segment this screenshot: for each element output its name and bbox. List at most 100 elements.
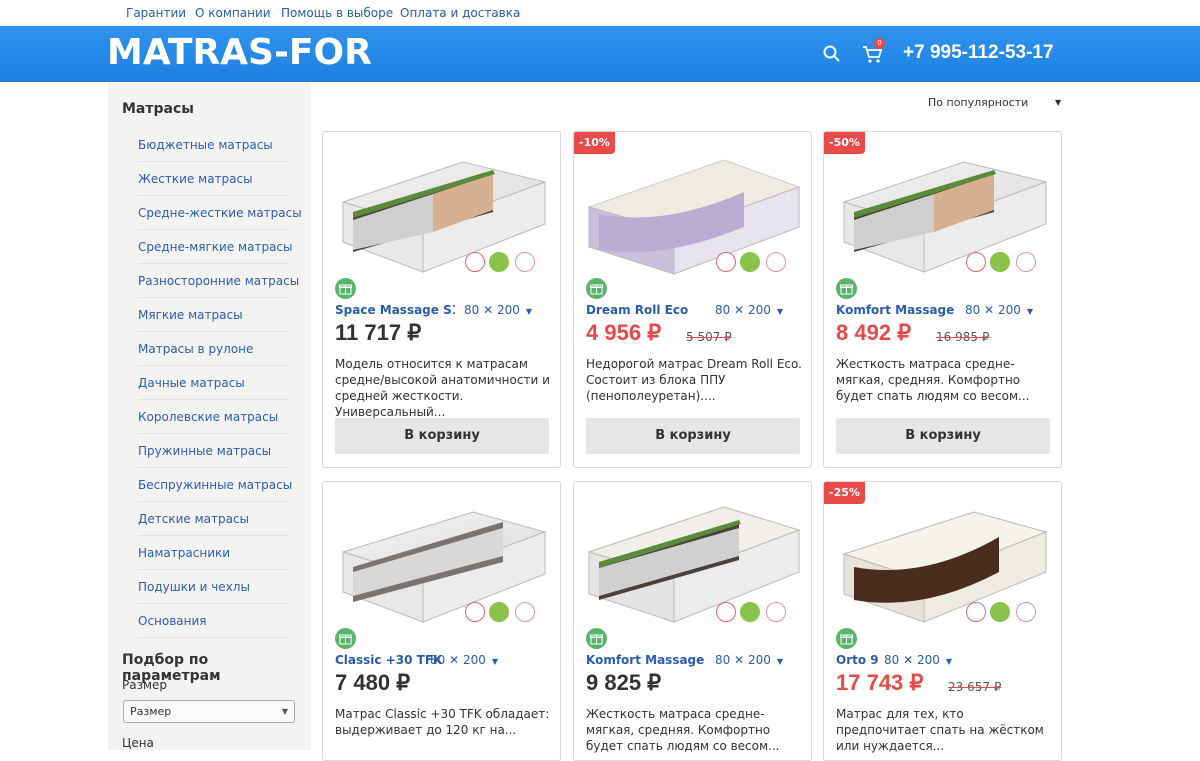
- sidebar-item-toppers[interactable]: Наматрасники: [138, 536, 288, 570]
- product-card: Komfort Massage S1000 80 ✕ 200▼ 9 825 ₽ …: [573, 481, 812, 761]
- sidebar-item-medium-soft[interactable]: Средне-мягкие матрасы: [138, 230, 293, 264]
- caret-down-icon: ▼: [525, 307, 533, 316]
- sidebar-title: Матрасы: [122, 101, 194, 117]
- add-to-cart-button[interactable]: В корзину: [586, 418, 800, 454]
- size-value: 80 ✕ 200: [965, 303, 1021, 317]
- certificate-icon: [465, 252, 485, 272]
- sidebar-item-country[interactable]: Дачные матрасы: [138, 366, 288, 400]
- sidebar-item-budget[interactable]: Бюджетные матрасы: [138, 128, 288, 162]
- eco-icon: [740, 252, 760, 272]
- size-dropdown[interactable]: 80 ✕ 200 ▼: [965, 303, 1033, 317]
- gift-icon[interactable]: [836, 278, 857, 299]
- product-price: 17 743 ₽: [836, 670, 924, 695]
- size-value: 80 ✕ 200: [884, 653, 940, 667]
- discount-badge: -50%: [824, 132, 865, 154]
- size-select[interactable]: Размер ▼: [123, 700, 295, 723]
- sidebar-item-soft[interactable]: Мягкие матрасы: [138, 298, 288, 332]
- eco-icon: [990, 602, 1010, 622]
- product-card: Classic +30 TFK 80 ✕ 200 ▼ 7 480 ₽ Матрас…: [322, 481, 561, 761]
- quality-icon: [515, 252, 535, 272]
- product-description: Матрас Classic +30 TFK обладает: выдержи…: [335, 707, 550, 737]
- gift-icon[interactable]: [335, 278, 356, 299]
- product-name[interactable]: Komfort Massage S1000: [586, 653, 706, 667]
- sidebar-item-king[interactable]: Королевские матрасы: [138, 400, 288, 434]
- product-description: Матрас для тех, кто предпочитает спать н…: [836, 707, 1044, 753]
- gift-icon[interactable]: [586, 278, 607, 299]
- caret-down-icon: ▼: [1026, 307, 1034, 316]
- product-description: Модель относится к матрасам средне/высок…: [335, 357, 550, 419]
- sidebar-item-springless[interactable]: Беспружинные матрасы: [138, 468, 292, 502]
- gift-icon[interactable]: [836, 628, 857, 649]
- discount-badge: -25%: [824, 482, 865, 504]
- caret-down-icon: ▼: [945, 657, 953, 666]
- search-icon[interactable]: [822, 44, 842, 64]
- eco-icon: [489, 252, 509, 272]
- sidebar-item-spring[interactable]: Пружинные матрасы: [138, 434, 288, 468]
- old-price: 16 985 ₽: [936, 330, 990, 344]
- sidebar-item-medium-hard[interactable]: Средне-жесткие матрасы: [138, 196, 302, 230]
- link-delivery[interactable]: Оплата и доставка: [400, 6, 520, 20]
- quality-icon: [766, 252, 786, 272]
- eco-icon: [489, 602, 509, 622]
- product-price: 4 956 ₽: [586, 320, 662, 345]
- caret-down-icon: ▼: [776, 657, 784, 666]
- product-name[interactable]: Dream Roll Eco: [586, 303, 706, 317]
- sidebar: Матрасы Бюджетные матрасы Жесткие матрас…: [108, 82, 311, 750]
- discount-badge: -10%: [574, 132, 615, 154]
- quality-icon: [766, 602, 786, 622]
- product-name[interactable]: Space Massage S1000: [335, 303, 455, 317]
- sidebar-item-bases[interactable]: Основания: [138, 604, 288, 638]
- link-about[interactable]: О компании: [195, 6, 271, 20]
- quality-icon: [1016, 602, 1036, 622]
- sidebar-item-rolled[interactable]: Матрасы в рулоне: [138, 332, 288, 366]
- site-logo[interactable]: MATRAS-FOR: [107, 32, 372, 73]
- size-dropdown[interactable]: 80 ✕ 200 ▼: [715, 653, 783, 667]
- product-description: Жесткость матраса средне-мягкая, средняя…: [836, 357, 1030, 403]
- cart-count-badge: 0: [874, 38, 885, 49]
- link-help[interactable]: Помощь в выборе: [281, 6, 393, 20]
- sidebar-item-hard[interactable]: Жесткие матрасы: [138, 162, 288, 196]
- gift-icon[interactable]: [586, 628, 607, 649]
- product-price: 8 492 ₽: [836, 320, 912, 345]
- size-dropdown[interactable]: 80 ✕ 200 ▼: [715, 303, 783, 317]
- certificate-icon: [716, 602, 736, 622]
- product-card: -25% Orto 9 80 ✕ 200 ▼ 17 743 ₽ 23 657 ₽ …: [823, 481, 1062, 761]
- product-price: 11 717 ₽: [335, 320, 422, 345]
- top-links-bar: Гарантии О компании Помощь в выборе Опла…: [0, 0, 1200, 26]
- old-price: 5 507 ₽: [686, 330, 732, 344]
- old-price: 23 657 ₽: [948, 680, 1002, 694]
- size-value: 80 ✕ 200: [464, 303, 520, 317]
- product-price: 7 480 ₽: [335, 670, 411, 695]
- add-to-cart-button[interactable]: В корзину: [335, 418, 549, 454]
- certificate-icon: [716, 252, 736, 272]
- sidebar-item-kids[interactable]: Детские матрасы: [138, 502, 288, 536]
- quality-icon: [1016, 252, 1036, 272]
- eco-icon: [740, 602, 760, 622]
- size-value: 80 ✕ 200: [715, 303, 771, 317]
- price-label: Цена: [122, 736, 154, 750]
- chevron-down-icon[interactable]: ▼: [1055, 98, 1061, 107]
- size-select-value: Размер: [130, 705, 172, 718]
- eco-icon: [990, 252, 1010, 272]
- sort-select[interactable]: По популярности: [928, 96, 1028, 109]
- caret-down-icon: ▼: [776, 307, 784, 316]
- caret-down-icon: ▼: [491, 657, 499, 666]
- size-label: Размер: [122, 678, 168, 692]
- certificate-icon: [966, 252, 986, 272]
- chevron-down-icon: ▼: [281, 707, 288, 716]
- sidebar-item-pillows[interactable]: Подушки и чехлы: [138, 570, 288, 604]
- sidebar-item-reversible[interactable]: Разносторонние матрасы: [138, 264, 299, 298]
- size-dropdown[interactable]: 80 ✕ 200 ▼: [884, 653, 952, 667]
- quality-icon: [515, 602, 535, 622]
- site-header: MATRAS-FOR 0 +7 995-112-53-17: [0, 26, 1200, 82]
- phone-number[interactable]: +7 995-112-53-17: [903, 42, 1054, 64]
- product-card: -10% Dream Roll Eco 80 ✕ 200 ▼ 4 956 ₽ 5 …: [573, 131, 812, 468]
- size-dropdown[interactable]: 80 ✕ 200 ▼: [430, 653, 498, 667]
- link-guarantees[interactable]: Гарантии: [126, 6, 186, 20]
- add-to-cart-button[interactable]: В корзину: [836, 418, 1050, 454]
- product-card: Space Massage S1000 80 ✕ 200 ▼ 11 717 ₽ М…: [322, 131, 561, 468]
- product-description: Недорогой матрас Dream Roll Eco. Состоит…: [586, 357, 802, 403]
- product-name[interactable]: Komfort Massage TFK: [836, 303, 956, 317]
- size-dropdown[interactable]: 80 ✕ 200 ▼: [464, 303, 532, 317]
- gift-icon[interactable]: [335, 628, 356, 649]
